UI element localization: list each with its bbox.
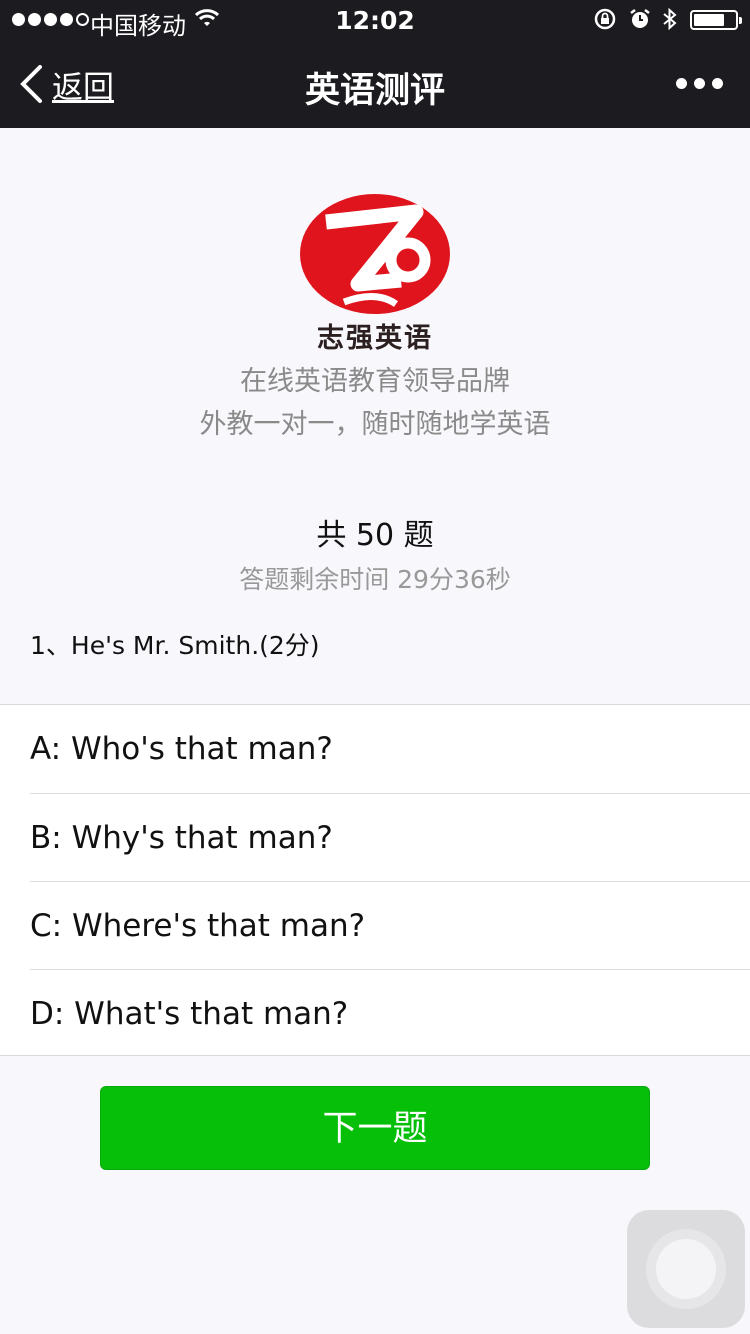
question-count: 共 50 题 [316,518,434,553]
orientation-lock-icon [594,8,616,30]
next-question-button[interactable]: 下一题 [100,1086,650,1170]
question-text: 1、He's Mr. Smith.(2分) [30,631,320,660]
time-remaining: 答题剩余时间 29分36秒 [239,565,511,594]
answer-options: A: Who's that man? B: Why's that man? C:… [0,704,750,1056]
assistive-touch-button[interactable] [627,1210,745,1328]
status-bar: 中国移动 12:02 [0,0,750,40]
battery-icon [690,10,742,30]
bluetooth-icon [663,8,677,30]
option-b[interactable]: B: Why's that man? [30,793,750,881]
option-a[interactable]: A: Who's that man? [30,705,750,793]
top-bar: 中国移动 12:02 返回 英语测评 [0,0,750,128]
option-c[interactable]: C: Where's that man? [30,881,750,969]
brand-tagline: 在线英语教育领导品牌 [240,366,510,397]
option-d[interactable]: D: What's that man? [30,969,750,1057]
alarm-icon [630,9,650,28]
page-title: 英语测评 [304,71,445,111]
brand-subtagline: 外教一对一，随时随地学英语 [199,409,551,440]
brand-logo [300,194,450,314]
brand-name: 志强英语 [317,323,433,354]
more-dots-icon[interactable] [676,78,723,89]
